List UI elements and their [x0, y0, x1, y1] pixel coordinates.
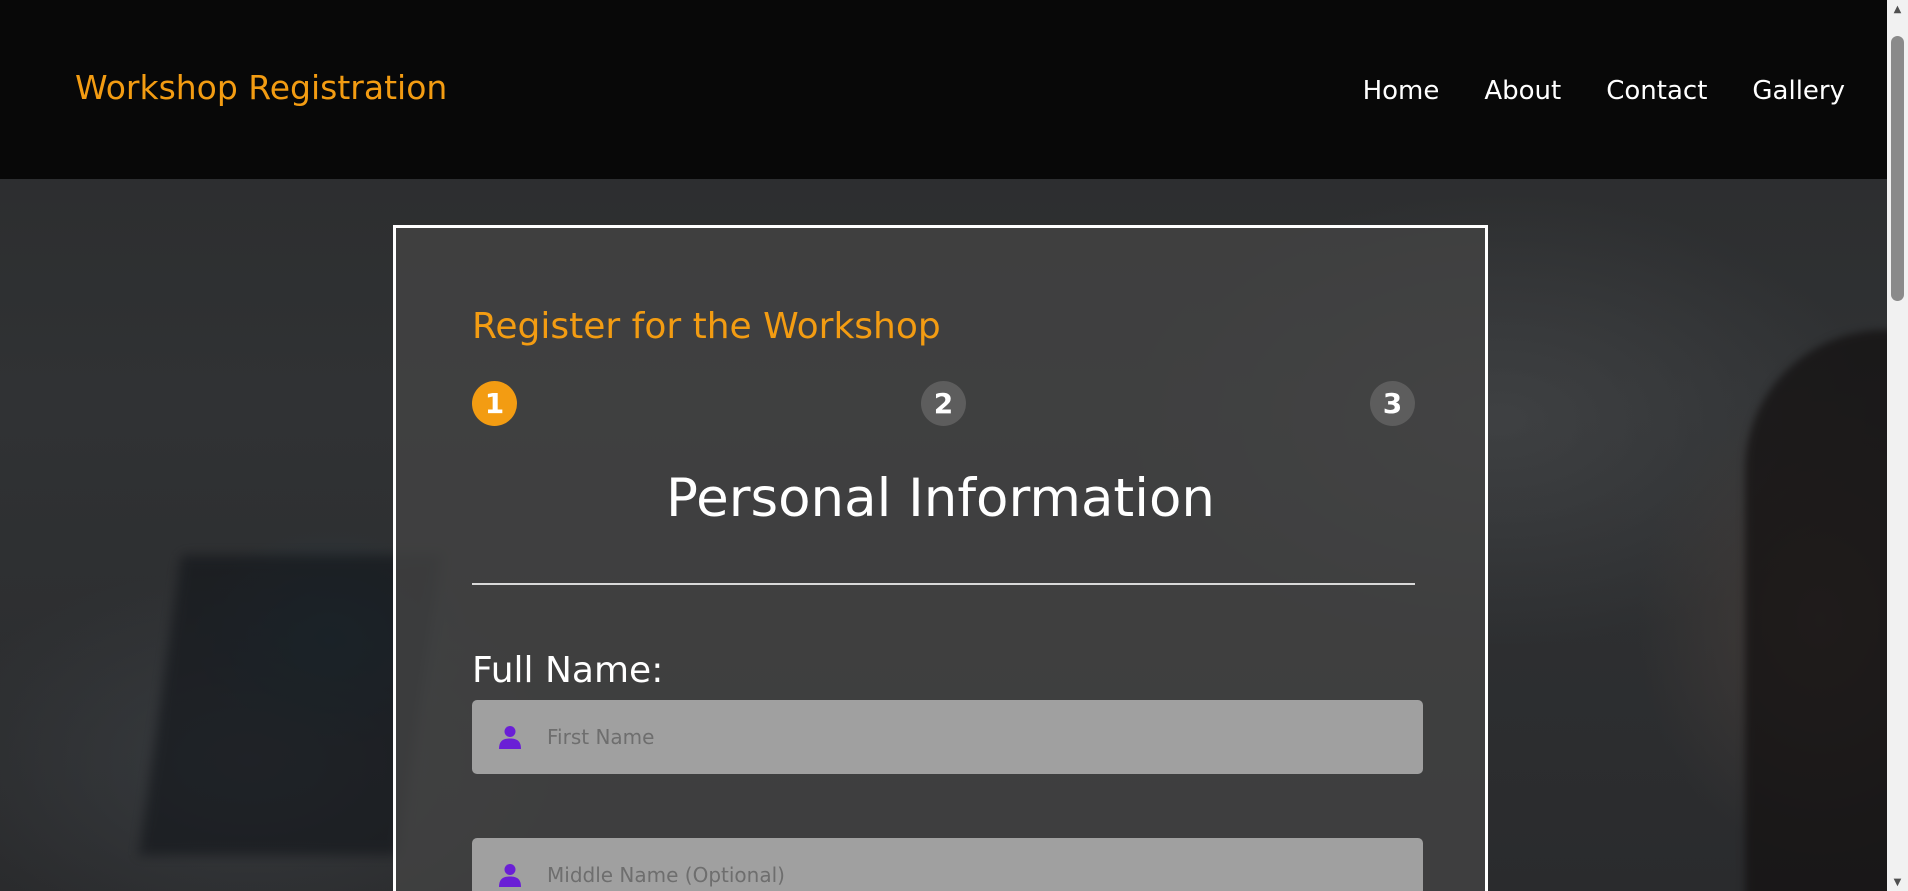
step-2-indicator: 2: [921, 381, 966, 426]
first-name-field[interactable]: [472, 700, 1423, 774]
full-name-label: Full Name:: [472, 650, 664, 691]
page: Workshop Registration Home About Contact…: [0, 0, 1908, 891]
site-logo[interactable]: Workshop Registration: [75, 68, 447, 107]
user-icon: [472, 838, 547, 891]
middle-name-field[interactable]: [472, 838, 1423, 891]
registration-form-card: Register for the Workshop 1 2 3 Personal…: [393, 225, 1488, 891]
nav-contact[interactable]: Contact: [1606, 76, 1707, 106]
section-title: Personal Information: [666, 468, 1215, 529]
user-icon: [472, 700, 547, 774]
step-1-indicator: 1: [472, 381, 517, 426]
scroll-up-arrow-icon[interactable]: ▲: [1887, 0, 1908, 18]
first-name-input[interactable]: [547, 702, 1423, 772]
background-person-shape: [1745, 330, 1908, 891]
scroll-thumb[interactable]: [1891, 36, 1904, 301]
nav-home[interactable]: Home: [1363, 76, 1440, 106]
site-header: Workshop Registration Home About Contact…: [0, 0, 1887, 179]
section-divider: [472, 583, 1415, 585]
form-title: Register for the Workshop: [472, 306, 941, 347]
main-nav: Home About Contact Gallery: [1363, 76, 1845, 106]
nav-about[interactable]: About: [1484, 76, 1561, 106]
nav-gallery[interactable]: Gallery: [1752, 76, 1845, 106]
scroll-down-arrow-icon[interactable]: ▼: [1887, 873, 1908, 891]
middle-name-input[interactable]: [547, 840, 1423, 891]
vertical-scrollbar[interactable]: ▲ ▼: [1887, 0, 1908, 891]
step-3-indicator: 3: [1370, 381, 1415, 426]
